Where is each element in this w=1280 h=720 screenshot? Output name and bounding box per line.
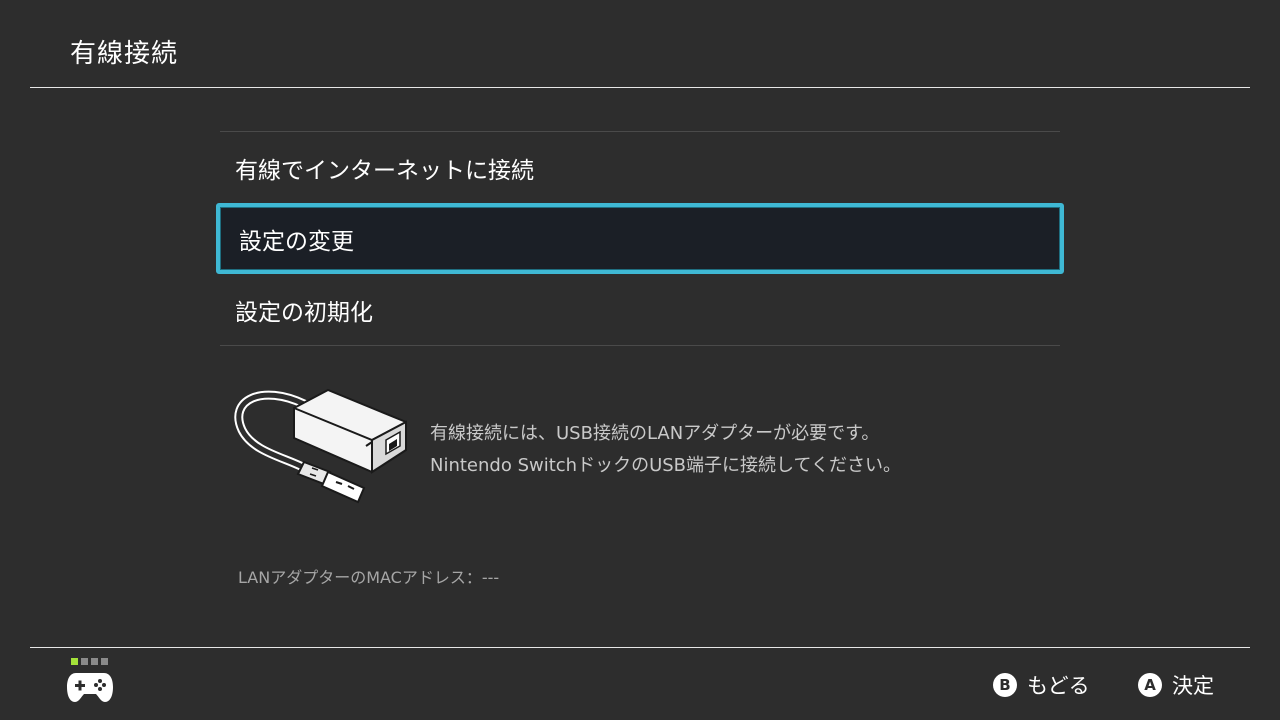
menu-bottom-divider bbox=[220, 345, 1060, 346]
menu-item-change-settings[interactable]: 設定の変更 bbox=[216, 203, 1064, 274]
back-button-label: もどる bbox=[1027, 674, 1090, 698]
instruction-line-1: 有線接続には、USB接続のLANアダプターが必要です。 bbox=[430, 423, 880, 444]
adapter-instructions: 有線接続には、USB接続のLANアダプターが必要です。 Nintendo Swi… bbox=[430, 418, 901, 482]
page-title: 有線接続 bbox=[70, 39, 179, 69]
wired-connection-screen: 有線接続 有線でインターネットに接続 設定の変更 設定の初期化 有線接続には、U… bbox=[0, 0, 1280, 720]
player-dot-active bbox=[71, 658, 78, 665]
b-button-icon: B bbox=[993, 673, 1017, 697]
back-button[interactable]: B もどる bbox=[993, 670, 1090, 700]
menu-item-connect-wired[interactable]: 有線でインターネットに接続 bbox=[220, 132, 1060, 203]
menu-item-label: 設定の変更 bbox=[239, 228, 354, 255]
player-indicator bbox=[71, 658, 108, 665]
a-button-icon: A bbox=[1138, 673, 1162, 697]
adapter-info: 有線接続には、USB接続のLANアダプターが必要です。 Nintendo Swi… bbox=[232, 380, 1032, 510]
menu-item-label: 設定の初期化 bbox=[235, 299, 373, 326]
controller-icon bbox=[67, 673, 113, 702]
menu-item-label: 有線でインターネットに接続 bbox=[235, 157, 534, 184]
instruction-line-2: Nintendo SwitchドックのUSB端子に接続してください。 bbox=[430, 455, 901, 476]
player-dot bbox=[91, 658, 98, 665]
footer-divider bbox=[30, 647, 1250, 648]
settings-menu: 有線でインターネットに接続 設定の変更 設定の初期化 bbox=[216, 131, 1064, 346]
menu-item-reset-settings[interactable]: 設定の初期化 bbox=[220, 274, 1060, 345]
mac-address-label: LANアダプターのMACアドレス：--- bbox=[238, 568, 500, 587]
player-dot bbox=[101, 658, 108, 665]
confirm-button-label: 決定 bbox=[1172, 674, 1214, 698]
confirm-button[interactable]: A 決定 bbox=[1138, 670, 1214, 700]
header-divider bbox=[30, 87, 1250, 88]
player-dot bbox=[81, 658, 88, 665]
usb-lan-adapter-icon bbox=[234, 388, 407, 504]
